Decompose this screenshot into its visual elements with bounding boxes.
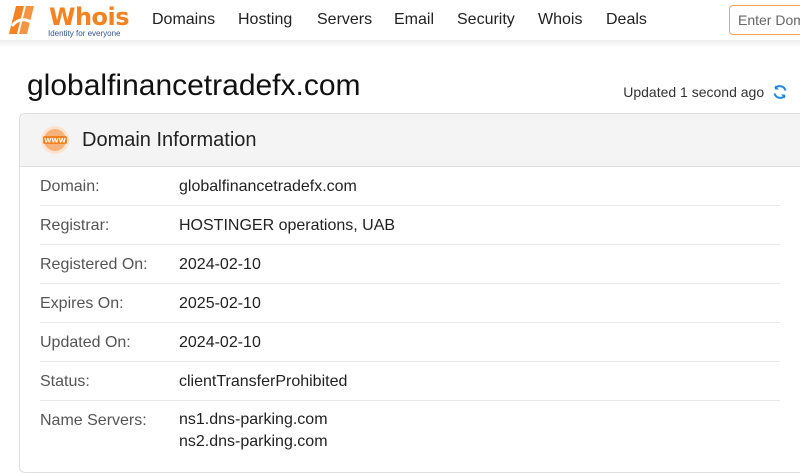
nav-servers[interactable]: Servers bbox=[317, 11, 372, 29]
nav-whois[interactable]: Whois bbox=[538, 11, 582, 29]
expires-on-value: 2025-02-10 bbox=[179, 295, 261, 312]
info-label: Name Servers: bbox=[40, 412, 147, 429]
nav-hosting[interactable]: Hosting bbox=[238, 11, 292, 29]
nav-email[interactable]: Email bbox=[394, 11, 434, 29]
info-row-updated-on: Updated On: 2024-02-10 bbox=[40, 323, 780, 362]
info-label: Status: bbox=[40, 373, 90, 390]
whois-logo-icon bbox=[9, 6, 35, 34]
name-server-2: ns2.dns-parking.com bbox=[179, 433, 328, 450]
updated-on-value: 2024-02-10 bbox=[179, 334, 261, 351]
info-row-name-servers: Name Servers: ns1.dns-parking.com ns2.dn… bbox=[40, 401, 780, 461]
whois-logo[interactable]: Whois Identity for everyone bbox=[4, 2, 130, 38]
info-row-status: Status: clientTransferProhibited bbox=[40, 362, 780, 401]
info-label: Registered On: bbox=[40, 256, 148, 273]
updated-status: Updated 1 second ago bbox=[623, 83, 788, 101]
logo-tagline: Identity for everyone bbox=[48, 29, 121, 38]
info-label: Registrar: bbox=[40, 217, 110, 234]
nav-deals[interactable]: Deals bbox=[606, 11, 647, 29]
domain-value: globalfinancetradefx.com bbox=[179, 178, 357, 195]
info-row-domain: Domain: globalfinancetradefx.com bbox=[40, 167, 780, 206]
top-navigation-bar: Whois Identity for everyone Domains Host… bbox=[0, 0, 800, 40]
registrar-value: HOSTINGER operations, UAB bbox=[179, 217, 396, 234]
info-label: Domain: bbox=[40, 178, 100, 195]
panel-header: WWW Domain Information bbox=[20, 114, 800, 167]
info-row-registered-on: Registered On: 2024-02-10 bbox=[40, 245, 780, 284]
name-server-1: ns1.dns-parking.com bbox=[179, 411, 328, 428]
name-servers-value: ns1.dns-parking.com ns2.dns-parking.com bbox=[179, 409, 328, 453]
registered-on-value: 2024-02-10 bbox=[179, 256, 261, 273]
info-row-registrar: Registrar: HOSTINGER operations, UAB bbox=[40, 206, 780, 245]
header-divider bbox=[0, 40, 800, 48]
domain-information-panel: WWW Domain Information Domain: globalfin… bbox=[19, 113, 800, 473]
info-label: Updated On: bbox=[40, 334, 131, 351]
nav-domains[interactable]: Domains bbox=[152, 11, 215, 29]
www-icon: WWW bbox=[41, 126, 69, 154]
status-value: clientTransferProhibited bbox=[179, 373, 348, 390]
logo-wordmark: Whois bbox=[49, 3, 130, 31]
domain-search-input[interactable] bbox=[729, 5, 800, 35]
refresh-icon[interactable] bbox=[772, 84, 788, 100]
nav-security[interactable]: Security bbox=[457, 11, 515, 29]
updated-text: Updated 1 second ago bbox=[623, 84, 765, 100]
page-title: globalfinancetradefx.com bbox=[27, 69, 361, 102]
info-row-expires-on: Expires On: 2025-02-10 bbox=[40, 284, 780, 323]
svg-text:WWW: WWW bbox=[44, 137, 66, 145]
panel-title: Domain Information bbox=[82, 129, 257, 151]
info-label: Expires On: bbox=[40, 295, 124, 312]
